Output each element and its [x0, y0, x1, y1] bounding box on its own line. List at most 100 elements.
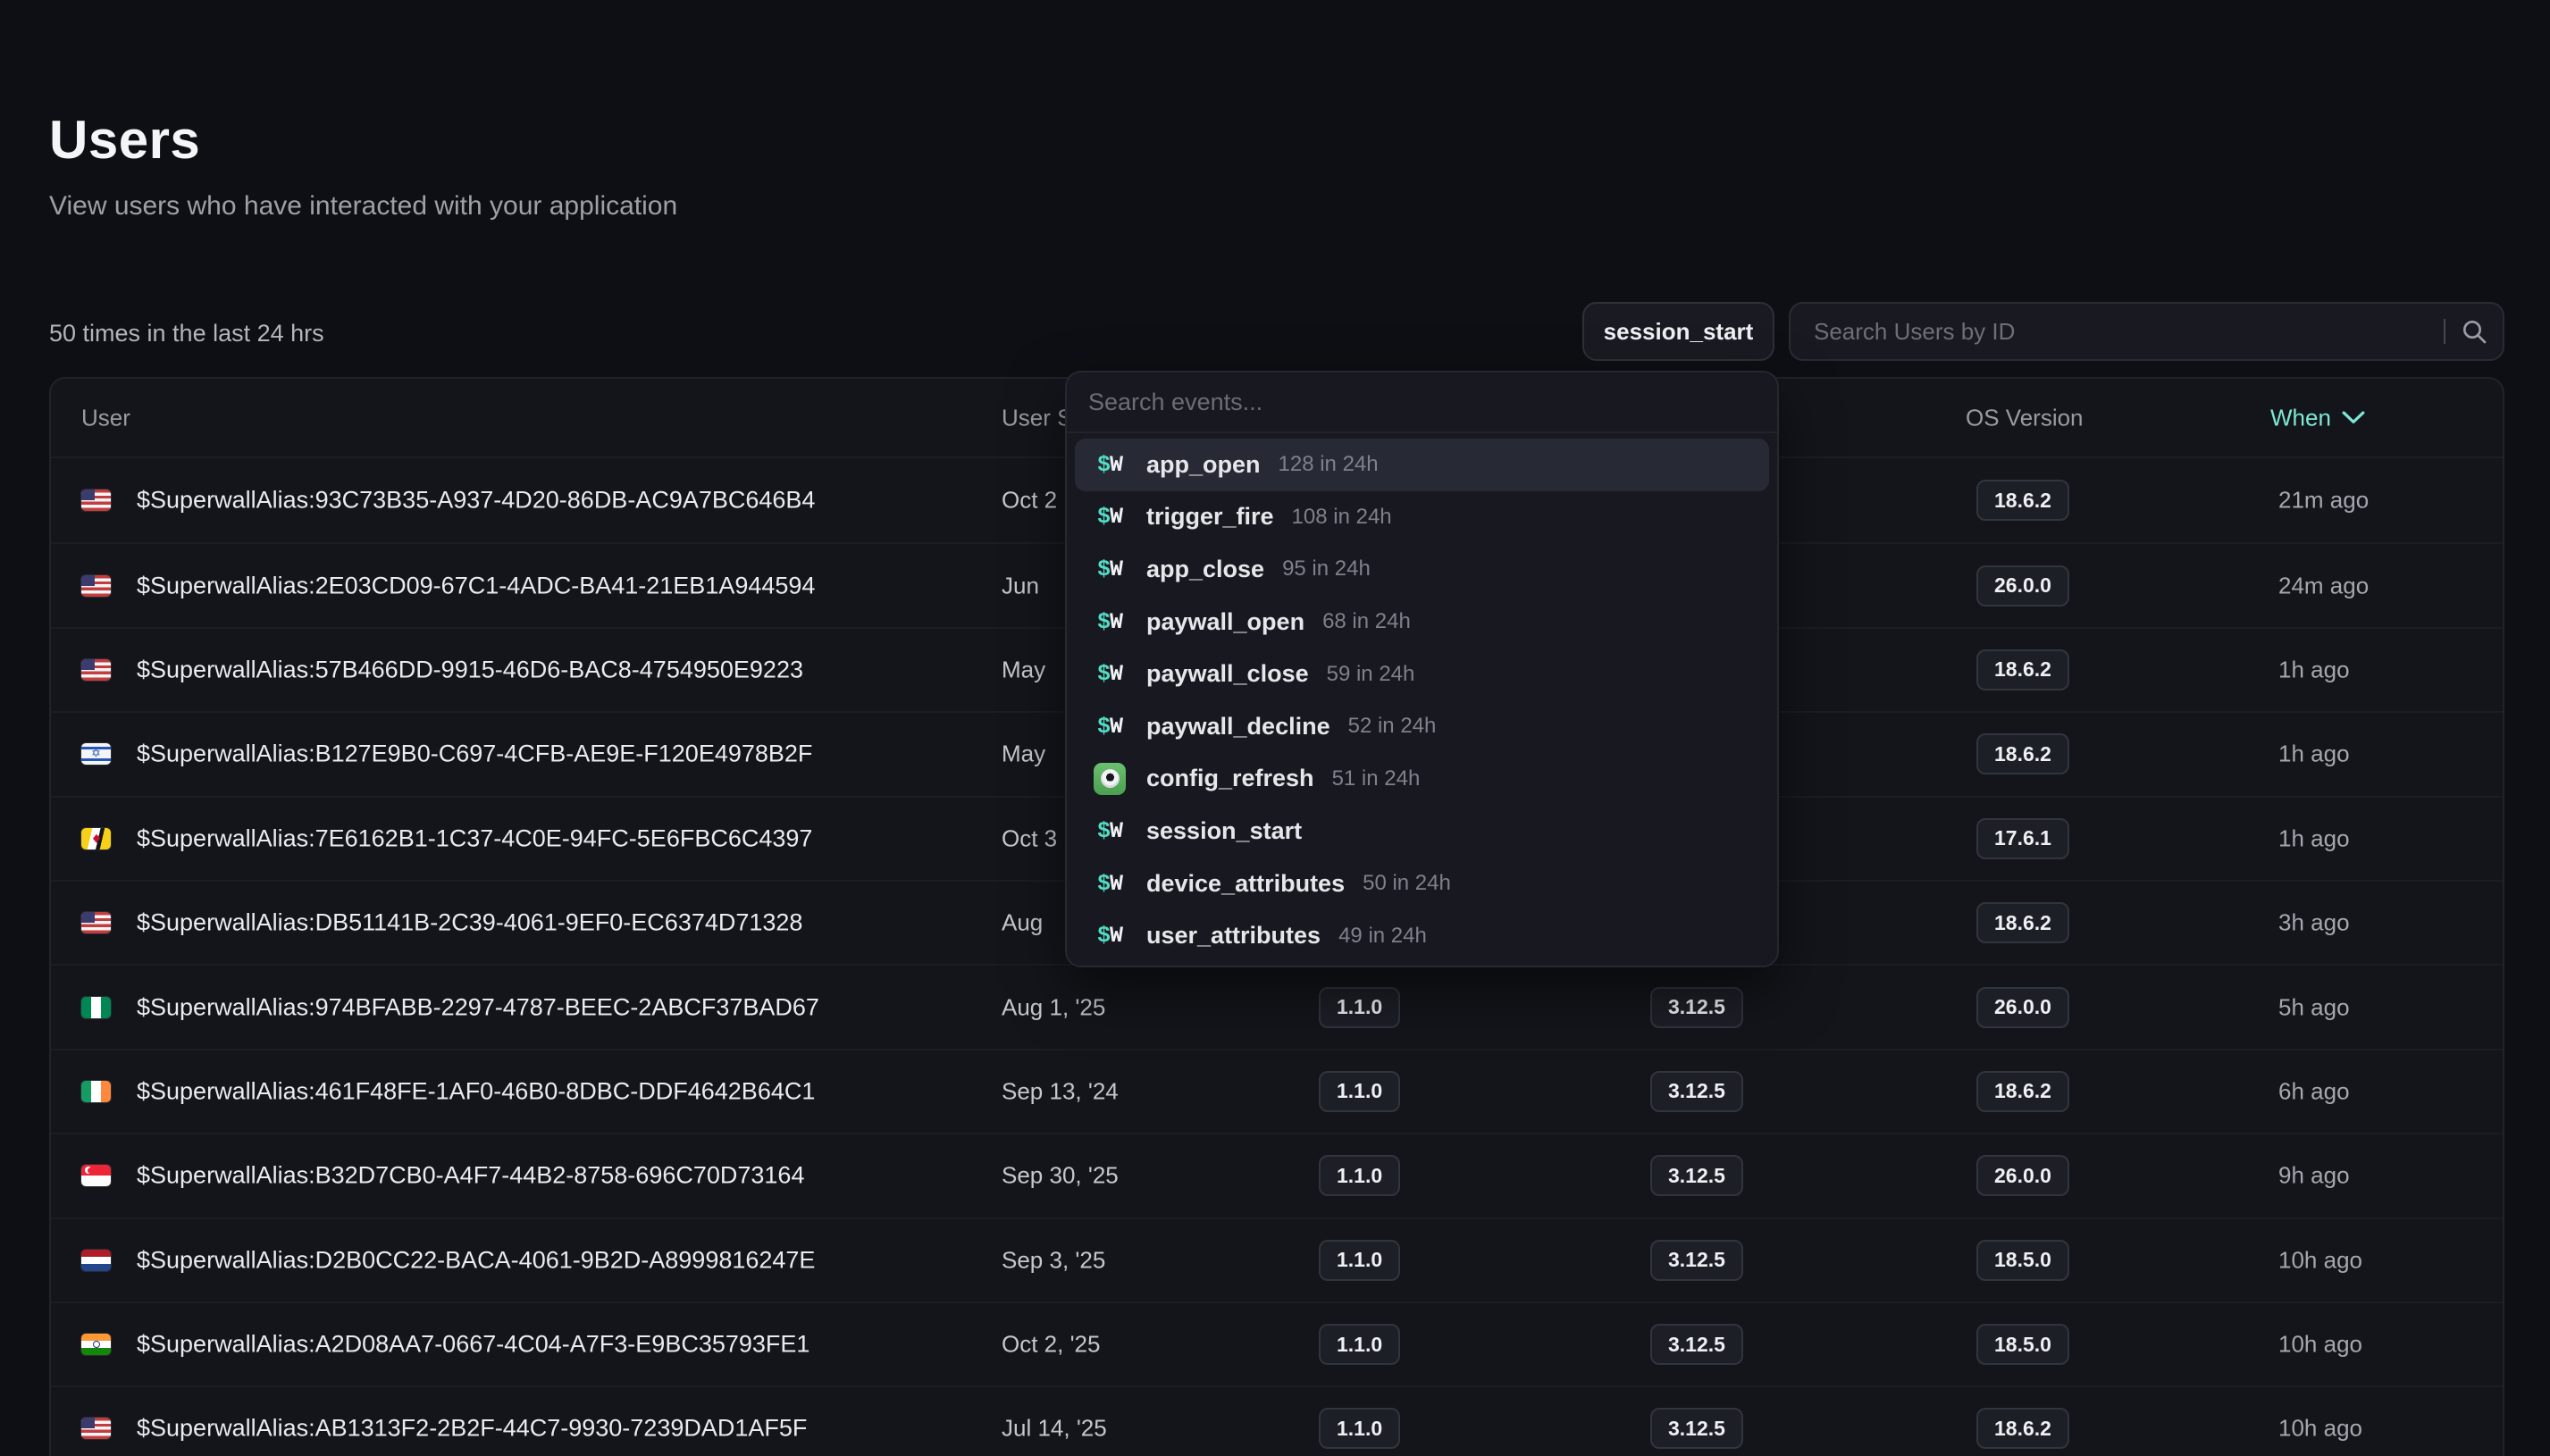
event-menu-item[interactable]: $W paywall_open 68 in 24h [1075, 596, 1769, 649]
last-seen: 1h ago [2278, 656, 2350, 683]
superwall-logo-icon: $W [1097, 714, 1122, 740]
event-name: paywall_close [1146, 660, 1309, 688]
event-count: 128 in 24h [1279, 452, 1379, 477]
country-flag-icon [81, 828, 111, 849]
events-dropdown: $W app_open 128 in 24h $W trigger_fire 1… [1065, 371, 1779, 967]
event-icon-slot: $W [1091, 556, 1128, 582]
event-icon-slot [1091, 763, 1128, 795]
user-alias: $SuperwallAlias:57B466DD-9915-46D6-BAC8-… [137, 656, 803, 683]
user-alias: $SuperwallAlias:B32D7CB0-A4F7-44B2-8758-… [137, 1162, 804, 1190]
country-flag-icon [81, 490, 111, 511]
country-flag-icon [81, 997, 111, 1018]
event-menu-item[interactable]: $W app_close 95 in 24h [1075, 543, 1769, 596]
user-alias: $SuperwallAlias:B127E9B0-C697-4CFB-AE9E-… [137, 741, 812, 768]
event-name: app_open [1146, 451, 1261, 479]
last-seen: 6h ago [2278, 1077, 2350, 1105]
superwall-logo-icon: $W [1097, 661, 1122, 687]
os-version-badge: 18.5.0 [1976, 1240, 2069, 1281]
user-alias: $SuperwallAlias:7E6162B1-1C37-4C0E-94FC-… [137, 824, 812, 852]
app-version-badge: 1.1.0 [1319, 1240, 1400, 1281]
os-version-badge: 17.6.1 [1976, 818, 2069, 859]
superwall-logo-icon: $W [1097, 923, 1122, 949]
os-version-badge: 18.6.2 [1976, 1071, 2069, 1112]
column-header-when[interactable]: When [2270, 404, 2365, 431]
last-seen: 3h ago [2278, 909, 2350, 937]
superwall-logo-icon: $W [1097, 556, 1122, 582]
user-since-date: Jun [1002, 572, 1039, 599]
country-flag-icon [81, 1418, 111, 1439]
event-name: paywall_open [1146, 608, 1304, 636]
event-menu-item[interactable]: $W paywall_close 59 in 24h [1075, 648, 1769, 700]
table-row[interactable]: $SuperwallAlias:B32D7CB0-A4F7-44B2-8758-… [51, 1133, 2503, 1217]
user-since-date: Sep 3, '25 [1002, 1246, 1105, 1274]
event-menu-item[interactable]: $W paywall_decline 52 in 24h [1075, 700, 1769, 753]
event-name: session_start [1146, 817, 1302, 845]
event-menu-item[interactable]: $W session_start [1075, 805, 1769, 858]
sdk-version-badge: 3.12.5 [1650, 1071, 1743, 1112]
search-icon[interactable] [2445, 317, 2503, 346]
last-seen: 10h ago [2278, 1415, 2362, 1443]
event-name: trigger_fire [1146, 503, 1274, 531]
search-events-input[interactable] [1067, 389, 1777, 416]
table-row[interactable]: $SuperwallAlias:461F48FE-1AF0-46B0-8DBC-… [51, 1049, 2503, 1133]
event-name: config_refresh [1146, 765, 1314, 792]
event-count: 95 in 24h [1282, 556, 1371, 582]
event-menu-item[interactable]: $W user_attributes 49 in 24h [1075, 909, 1769, 962]
table-row[interactable]: $SuperwallAlias:A2D08AA7-0667-4C04-A7F3-… [51, 1301, 2503, 1385]
user-since-date: Sep 13, '24 [1002, 1077, 1119, 1105]
superwall-logo-icon: $W [1097, 818, 1122, 844]
user-since-date: Oct 2 [1002, 487, 1057, 515]
event-menu-item[interactable]: config_refresh 51 in 24h [1075, 753, 1769, 806]
event-filter-button[interactable]: session_start [1582, 302, 1774, 361]
last-seen: 5h ago [2278, 993, 2350, 1021]
os-version-badge: 18.6.2 [1976, 1408, 2069, 1449]
sdk-version-badge: 3.12.5 [1650, 1408, 1743, 1449]
event-stats-text: 50 times in the last 24 hrs [49, 320, 324, 347]
superwall-logo-icon: $W [1097, 609, 1122, 635]
country-flag-icon [81, 743, 111, 765]
event-count: 59 in 24h [1327, 662, 1415, 687]
column-header-user: User [81, 404, 130, 431]
user-since-date: Aug 1, '25 [1002, 993, 1105, 1021]
os-version-badge: 18.6.2 [1976, 480, 2069, 521]
country-flag-icon [81, 912, 111, 933]
os-version-badge: 26.0.0 [1976, 987, 2069, 1028]
event-icon-slot: $W [1091, 818, 1128, 844]
event-name: paywall_decline [1146, 713, 1330, 741]
user-since-date: May [1002, 656, 1045, 683]
user-alias: $SuperwallAlias:DB51141B-2C39-4061-9EF0-… [137, 909, 802, 937]
last-seen: 10h ago [2278, 1246, 2362, 1274]
last-seen: 21m ago [2278, 487, 2369, 515]
user-alias: $SuperwallAlias:A2D08AA7-0667-4C04-A7F3-… [137, 1331, 809, 1359]
event-count: 52 in 24h [1348, 714, 1437, 739]
event-menu-item[interactable]: $W trigger_fire 108 in 24h [1075, 491, 1769, 544]
event-icon-slot: $W [1091, 661, 1128, 687]
app-version-badge: 1.1.0 [1319, 1408, 1400, 1449]
user-since-date: Oct 3 [1002, 824, 1057, 852]
event-icon-slot: $W [1091, 923, 1128, 949]
event-menu-item[interactable]: $W app_open 128 in 24h [1075, 439, 1769, 491]
table-row[interactable]: $SuperwallAlias:AB1313F2-2B2F-44C7-9930-… [51, 1385, 2503, 1456]
event-name: device_attributes [1146, 870, 1345, 898]
user-search-box [1789, 302, 2504, 361]
page-subtitle: View users who have interacted with your… [49, 191, 677, 222]
country-flag-icon [81, 1334, 111, 1355]
event-icon-slot: $W [1091, 452, 1128, 478]
config-app-icon [1094, 763, 1126, 795]
table-row[interactable]: $SuperwallAlias:974BFABB-2297-4787-BEEC-… [51, 964, 2503, 1048]
country-flag-icon [81, 575, 111, 597]
event-count: 51 in 24h [1332, 766, 1421, 791]
event-menu-item[interactable]: $W device_attributes 50 in 24h [1075, 858, 1769, 910]
superwall-logo-icon: $W [1097, 504, 1122, 530]
os-version-badge: 26.0.0 [1976, 1155, 2069, 1196]
search-users-input[interactable] [1791, 318, 2444, 346]
os-version-badge: 18.6.2 [1976, 649, 2069, 690]
last-seen: 9h ago [2278, 1162, 2350, 1190]
user-alias: $SuperwallAlias:2E03CD09-67C1-4ADC-BA41-… [137, 572, 815, 599]
event-count: 49 in 24h [1338, 924, 1427, 949]
table-row[interactable]: $SuperwallAlias:D2B0CC22-BACA-4061-9B2D-… [51, 1218, 2503, 1301]
user-since-date: Jul 14, '25 [1002, 1415, 1107, 1443]
os-version-badge: 18.5.0 [1976, 1324, 2069, 1365]
page-title: Users [49, 109, 200, 171]
event-count: 108 in 24h [1292, 505, 1392, 530]
